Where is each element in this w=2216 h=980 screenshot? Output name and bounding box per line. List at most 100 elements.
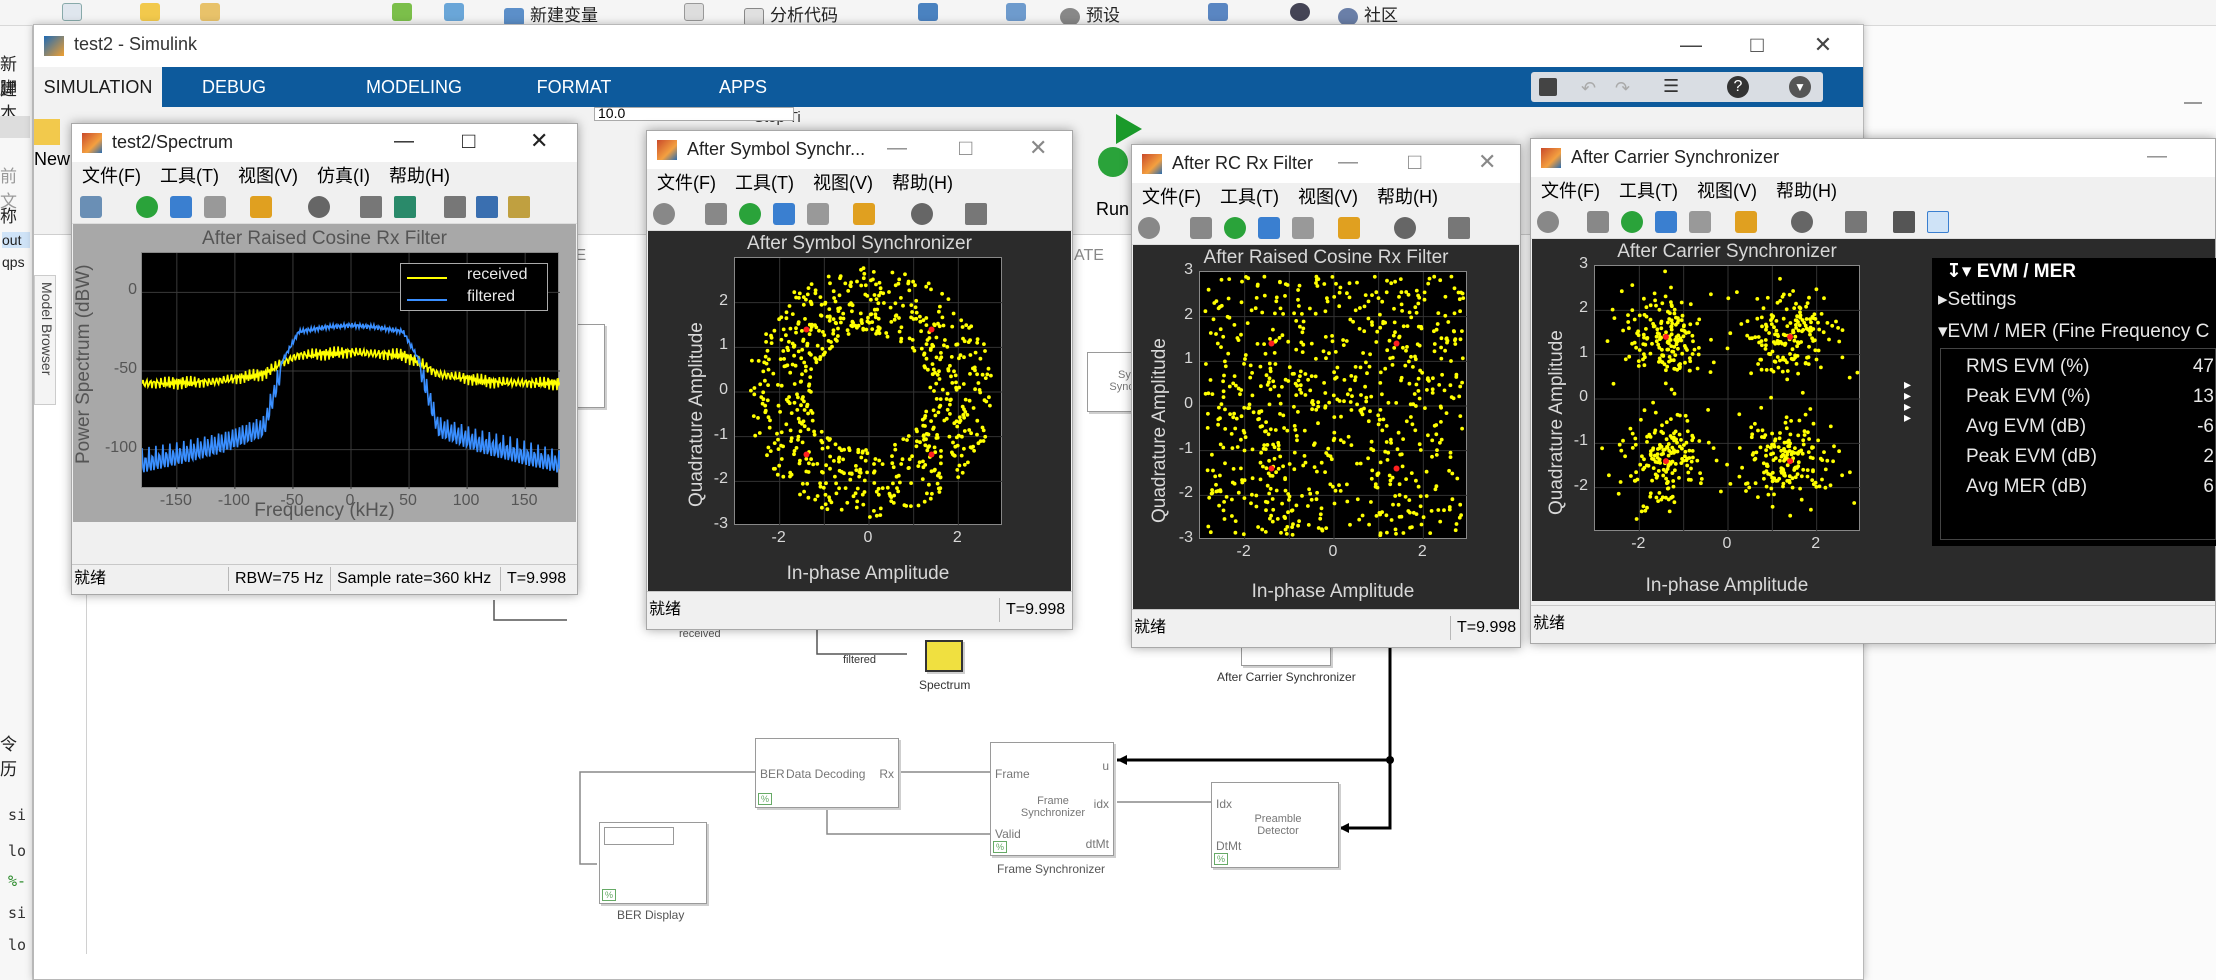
highlight-icon[interactable]	[1735, 211, 1757, 233]
new-variable-button[interactable]: 新建变量	[504, 1, 598, 26]
evm-mer-section[interactable]: ▾EVM / MER (Fine Frequency C	[1938, 320, 2209, 343]
matlab-layout-icon[interactable]	[1006, 1, 1032, 21]
constellation-axes[interactable]	[1594, 265, 1861, 532]
matlab-help-icon[interactable]	[1290, 1, 1316, 21]
redo-icon[interactable]: ↷	[1615, 78, 1630, 99]
minimize-icon[interactable]: —	[394, 130, 414, 153]
constellation-axes[interactable]	[1199, 271, 1468, 540]
chevron-down-icon[interactable]: ↧▾	[1946, 261, 1977, 282]
menu-help[interactable]: 帮助(H)	[1377, 187, 1438, 207]
stop-icon[interactable]	[1689, 211, 1711, 233]
preferences-button[interactable]: 预设	[1060, 1, 1120, 26]
maximize-icon[interactable]: □	[1740, 29, 1774, 61]
scale-axes-icon[interactable]	[1845, 211, 1867, 233]
matlab-addon-icon[interactable]	[1208, 1, 1234, 21]
menu-tools[interactable]: 工具(T)	[160, 166, 219, 186]
tab-format[interactable]: FORMAT	[534, 67, 614, 107]
shortcuts-icon[interactable]: ☰	[1663, 76, 1679, 97]
analyze-code-button[interactable]: 分析代码	[744, 1, 838, 26]
history-line[interactable]: lo	[8, 842, 26, 860]
menu-help[interactable]: 帮助(H)	[1776, 181, 1837, 201]
menu-simulation[interactable]: 仿真(I)	[317, 166, 370, 186]
matlab-run-icon[interactable]	[918, 1, 944, 21]
spectrum-axes[interactable]: received filtered	[141, 252, 560, 489]
file-item-out[interactable]: out	[2, 232, 30, 248]
menu-view[interactable]: 视图(V)	[1298, 187, 1358, 207]
close-icon[interactable]: ✕	[530, 128, 548, 154]
settings-section[interactable]: ▸Settings	[1938, 288, 2016, 311]
menu-tools[interactable]: 工具(T)	[735, 173, 794, 193]
evm-header[interactable]: ↧▾ EVM / MER	[1946, 260, 2076, 283]
frame-sync-block[interactable]: Frame u Frame Synchronizer idx Valid dtM…	[990, 742, 1114, 856]
stop-time-value[interactable]: 10.0	[598, 105, 625, 121]
matlab-download-icon[interactable]	[392, 1, 418, 21]
stop-icon[interactable]	[807, 203, 829, 225]
print-icon[interactable]	[1190, 217, 1212, 239]
spectrum-icon[interactable]	[394, 196, 416, 218]
highlight-icon[interactable]	[1338, 217, 1360, 239]
maximize-icon[interactable]: □	[462, 128, 475, 154]
run-icon[interactable]	[1224, 217, 1246, 239]
model-browser-label[interactable]: Model Browser	[39, 282, 55, 375]
menu-tools[interactable]: 工具(T)	[1220, 187, 1279, 207]
scale-axes-icon[interactable]	[1448, 217, 1470, 239]
run-icon[interactable]	[739, 203, 761, 225]
spectrum-block[interactable]	[925, 640, 963, 672]
model-browser-tab[interactable]: Model Browser	[34, 275, 56, 405]
scale-axes-icon[interactable]	[965, 203, 987, 225]
menu-file[interactable]: 文件(F)	[1142, 187, 1201, 207]
tab-modeling[interactable]: MODELING	[364, 67, 464, 107]
menu-view[interactable]: 视图(V)	[238, 166, 298, 186]
minimize-icon[interactable]: —	[1338, 151, 1358, 174]
new-model-icon[interactable]	[34, 119, 60, 145]
matlab-nav-icon[interactable]	[0, 116, 30, 138]
save-icon[interactable]	[1539, 78, 1557, 96]
gear-icon[interactable]	[1138, 217, 1160, 239]
close-icon[interactable]: ✕	[1029, 135, 1047, 161]
stop-icon[interactable]	[204, 196, 226, 218]
history-line[interactable]: si	[8, 806, 26, 824]
menu-help[interactable]: 帮助(H)	[892, 173, 953, 193]
run-icon[interactable]	[1621, 211, 1643, 233]
collapse-icon[interactable]	[2184, 102, 2202, 112]
stop-icon[interactable]	[1292, 217, 1314, 239]
gear-icon[interactable]	[653, 203, 675, 225]
print-icon[interactable]	[1587, 211, 1609, 233]
tab-apps[interactable]: APPS	[708, 67, 778, 107]
preamble-detector-block[interactable]: Idx Preamble Detector DtMt %	[1211, 782, 1339, 868]
constellation-axes[interactable]	[734, 257, 1003, 526]
zoom-icon[interactable]	[911, 203, 933, 225]
highlight-icon[interactable]	[853, 203, 875, 225]
measure-icon[interactable]	[476, 196, 498, 218]
tab-simulation[interactable]: SIMULATION	[34, 67, 162, 109]
maximize-icon[interactable]: □	[1408, 149, 1421, 175]
menu-tools[interactable]: 工具(T)	[1619, 181, 1678, 201]
chevron-down-icon[interactable]: ▾	[1938, 321, 1948, 342]
evm-icon[interactable]	[1893, 211, 1915, 233]
run-icon[interactable]	[1116, 114, 1142, 144]
matlab-folder-icon[interactable]	[200, 1, 226, 21]
name-column-header[interactable]: 称	[0, 202, 17, 227]
matlab-expand-icon[interactable]	[684, 1, 710, 21]
menu-file[interactable]: 文件(F)	[82, 166, 141, 186]
chevron-right-icon[interactable]: ▸	[1938, 289, 1948, 310]
zoom-icon[interactable]	[308, 196, 330, 218]
run-icon[interactable]	[136, 196, 158, 218]
menu-view[interactable]: 视图(V)	[813, 173, 873, 193]
measurements-icon[interactable]	[1927, 211, 1949, 233]
data-decoding-block[interactable]: BER Data Decoding Rx %	[755, 738, 899, 808]
menu-view[interactable]: 视图(V)	[1697, 181, 1757, 201]
matlab-add-icon[interactable]	[140, 1, 166, 21]
zoom-icon[interactable]	[1791, 211, 1813, 233]
close-icon[interactable]: ✕	[1478, 149, 1496, 175]
step-forward-icon[interactable]	[1258, 217, 1280, 239]
minimize-icon[interactable]: —	[2147, 145, 2167, 168]
community-button[interactable]: 社区	[1338, 1, 1398, 26]
close-icon[interactable]: ✕	[1806, 29, 1840, 61]
print-icon[interactable]	[705, 203, 727, 225]
gear-icon[interactable]	[1537, 211, 1559, 233]
help-icon[interactable]: ?	[1727, 76, 1749, 98]
matlab-grid-icon[interactable]	[444, 1, 470, 21]
run-button-circle[interactable]	[1098, 147, 1128, 177]
zoom-icon[interactable]	[1394, 217, 1416, 239]
